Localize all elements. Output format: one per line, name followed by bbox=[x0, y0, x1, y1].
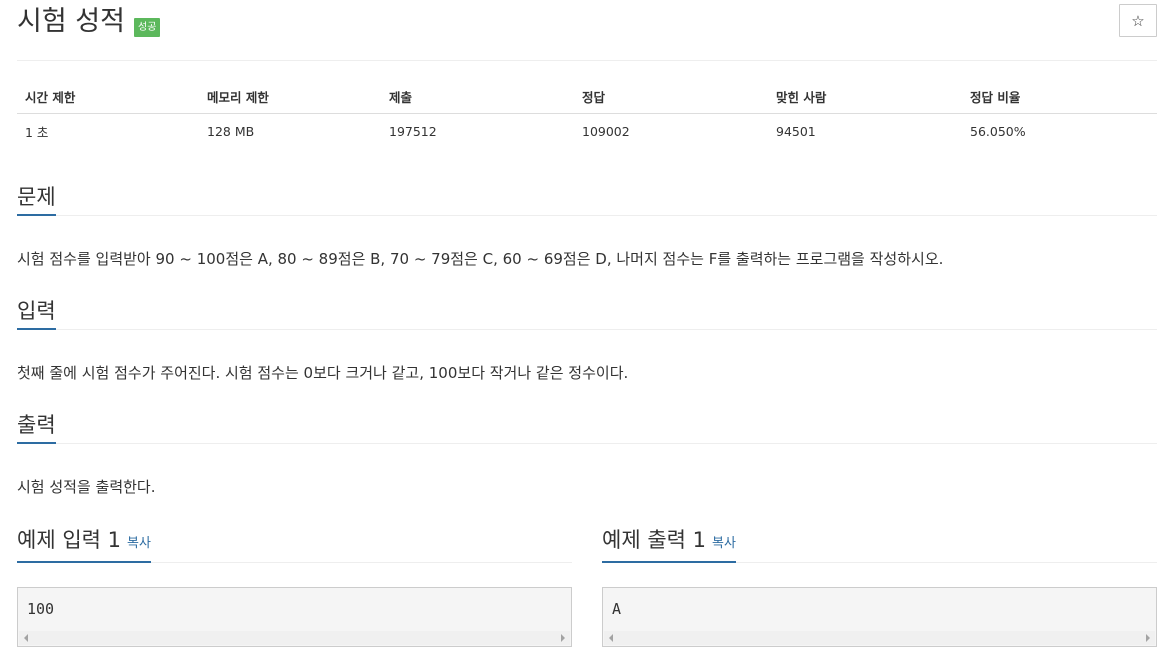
sample-input-heading: 예제 입력 1 복사 bbox=[17, 525, 572, 563]
info-value-accept-ratio: 56.050% bbox=[970, 124, 1026, 139]
info-value-time-limit: 1 초 bbox=[25, 125, 49, 140]
sample-input-title: 예제 입력 1 bbox=[17, 528, 121, 552]
scroll-left-arrow-icon[interactable] bbox=[24, 634, 28, 642]
scroll-right-arrow-icon[interactable] bbox=[1146, 634, 1150, 642]
sample-output-scrollbar[interactable] bbox=[604, 631, 1155, 645]
info-value-accepted: 109002 bbox=[582, 124, 630, 139]
problem-description: 시험 점수를 입력받아 90 ~ 100점은 A, 80 ~ 89점은 B, 7… bbox=[17, 250, 944, 268]
problem-section-title: 문제 bbox=[17, 183, 56, 216]
problem-section-heading: 문제 bbox=[17, 182, 1157, 216]
sample-output-title-wrap: 예제 출력 1 복사 bbox=[602, 526, 736, 563]
info-value-submissions: 197512 bbox=[389, 124, 437, 139]
sample-input-panel: 예제 입력 1 복사 bbox=[17, 525, 572, 563]
copy-sample-output-button[interactable]: 복사 bbox=[712, 536, 736, 551]
sample-input-box: 100 bbox=[17, 587, 572, 647]
star-icon: ☆ bbox=[1131, 11, 1145, 30]
sample-output-panel: 예제 출력 1 복사 bbox=[602, 525, 1157, 563]
info-header-time-limit: 시간 제한 bbox=[17, 80, 199, 114]
info-header-memory-limit: 메모리 제한 bbox=[199, 80, 381, 114]
copy-sample-input-button[interactable]: 복사 bbox=[127, 536, 151, 551]
sample-output-title: 예제 출력 1 bbox=[602, 528, 706, 552]
info-value-row: 1 초 128 MB 197512 109002 94501 56.050% bbox=[17, 114, 1157, 150]
problem-header: 시험 성적 성공 ☆ bbox=[17, 0, 1157, 61]
scroll-left-arrow-icon[interactable] bbox=[609, 634, 613, 642]
info-header-accepted: 정답 bbox=[574, 80, 768, 114]
info-header-accept-ratio: 정답 비율 bbox=[962, 80, 1157, 114]
input-section-title: 입력 bbox=[17, 297, 56, 330]
info-header-submissions: 제출 bbox=[381, 80, 574, 114]
scroll-right-arrow-icon[interactable] bbox=[561, 634, 565, 642]
output-description: 시험 성적을 출력한다. bbox=[17, 478, 156, 496]
sample-input-content: 100 bbox=[27, 600, 55, 618]
info-header-solved-users: 맞힌 사람 bbox=[768, 80, 962, 114]
sample-output-content: A bbox=[612, 600, 622, 618]
output-section-title: 출력 bbox=[17, 411, 56, 444]
problem-page: 시험 성적 성공 ☆ 시간 제한 메모리 제한 제출 정답 맞힌 사람 정답 비… bbox=[17, 0, 1157, 647]
info-header-row: 시간 제한 메모리 제한 제출 정답 맞힌 사람 정답 비율 bbox=[17, 80, 1157, 114]
output-section-heading: 출력 bbox=[17, 410, 1157, 444]
status-badge: 성공 bbox=[134, 18, 161, 37]
input-description: 첫째 줄에 시험 점수가 주어진다. 시험 점수는 0보다 크거나 같고, 10… bbox=[17, 364, 629, 382]
sample-input-scrollbar[interactable] bbox=[19, 631, 570, 645]
input-section-heading: 입력 bbox=[17, 296, 1157, 330]
sample-input-title-wrap: 예제 입력 1 복사 bbox=[17, 526, 151, 563]
page-title: 시험 성적 bbox=[17, 6, 125, 37]
info-value-solved-users: 94501 bbox=[776, 124, 816, 139]
sample-output-box: A bbox=[602, 587, 1157, 647]
sample-output-heading: 예제 출력 1 복사 bbox=[602, 525, 1157, 563]
info-value-memory-limit: 128 MB bbox=[207, 124, 255, 139]
star-button[interactable]: ☆ bbox=[1119, 4, 1157, 37]
problem-info-table: 시간 제한 메모리 제한 제출 정답 맞힌 사람 정답 비율 1 초 128 M… bbox=[17, 80, 1157, 149]
